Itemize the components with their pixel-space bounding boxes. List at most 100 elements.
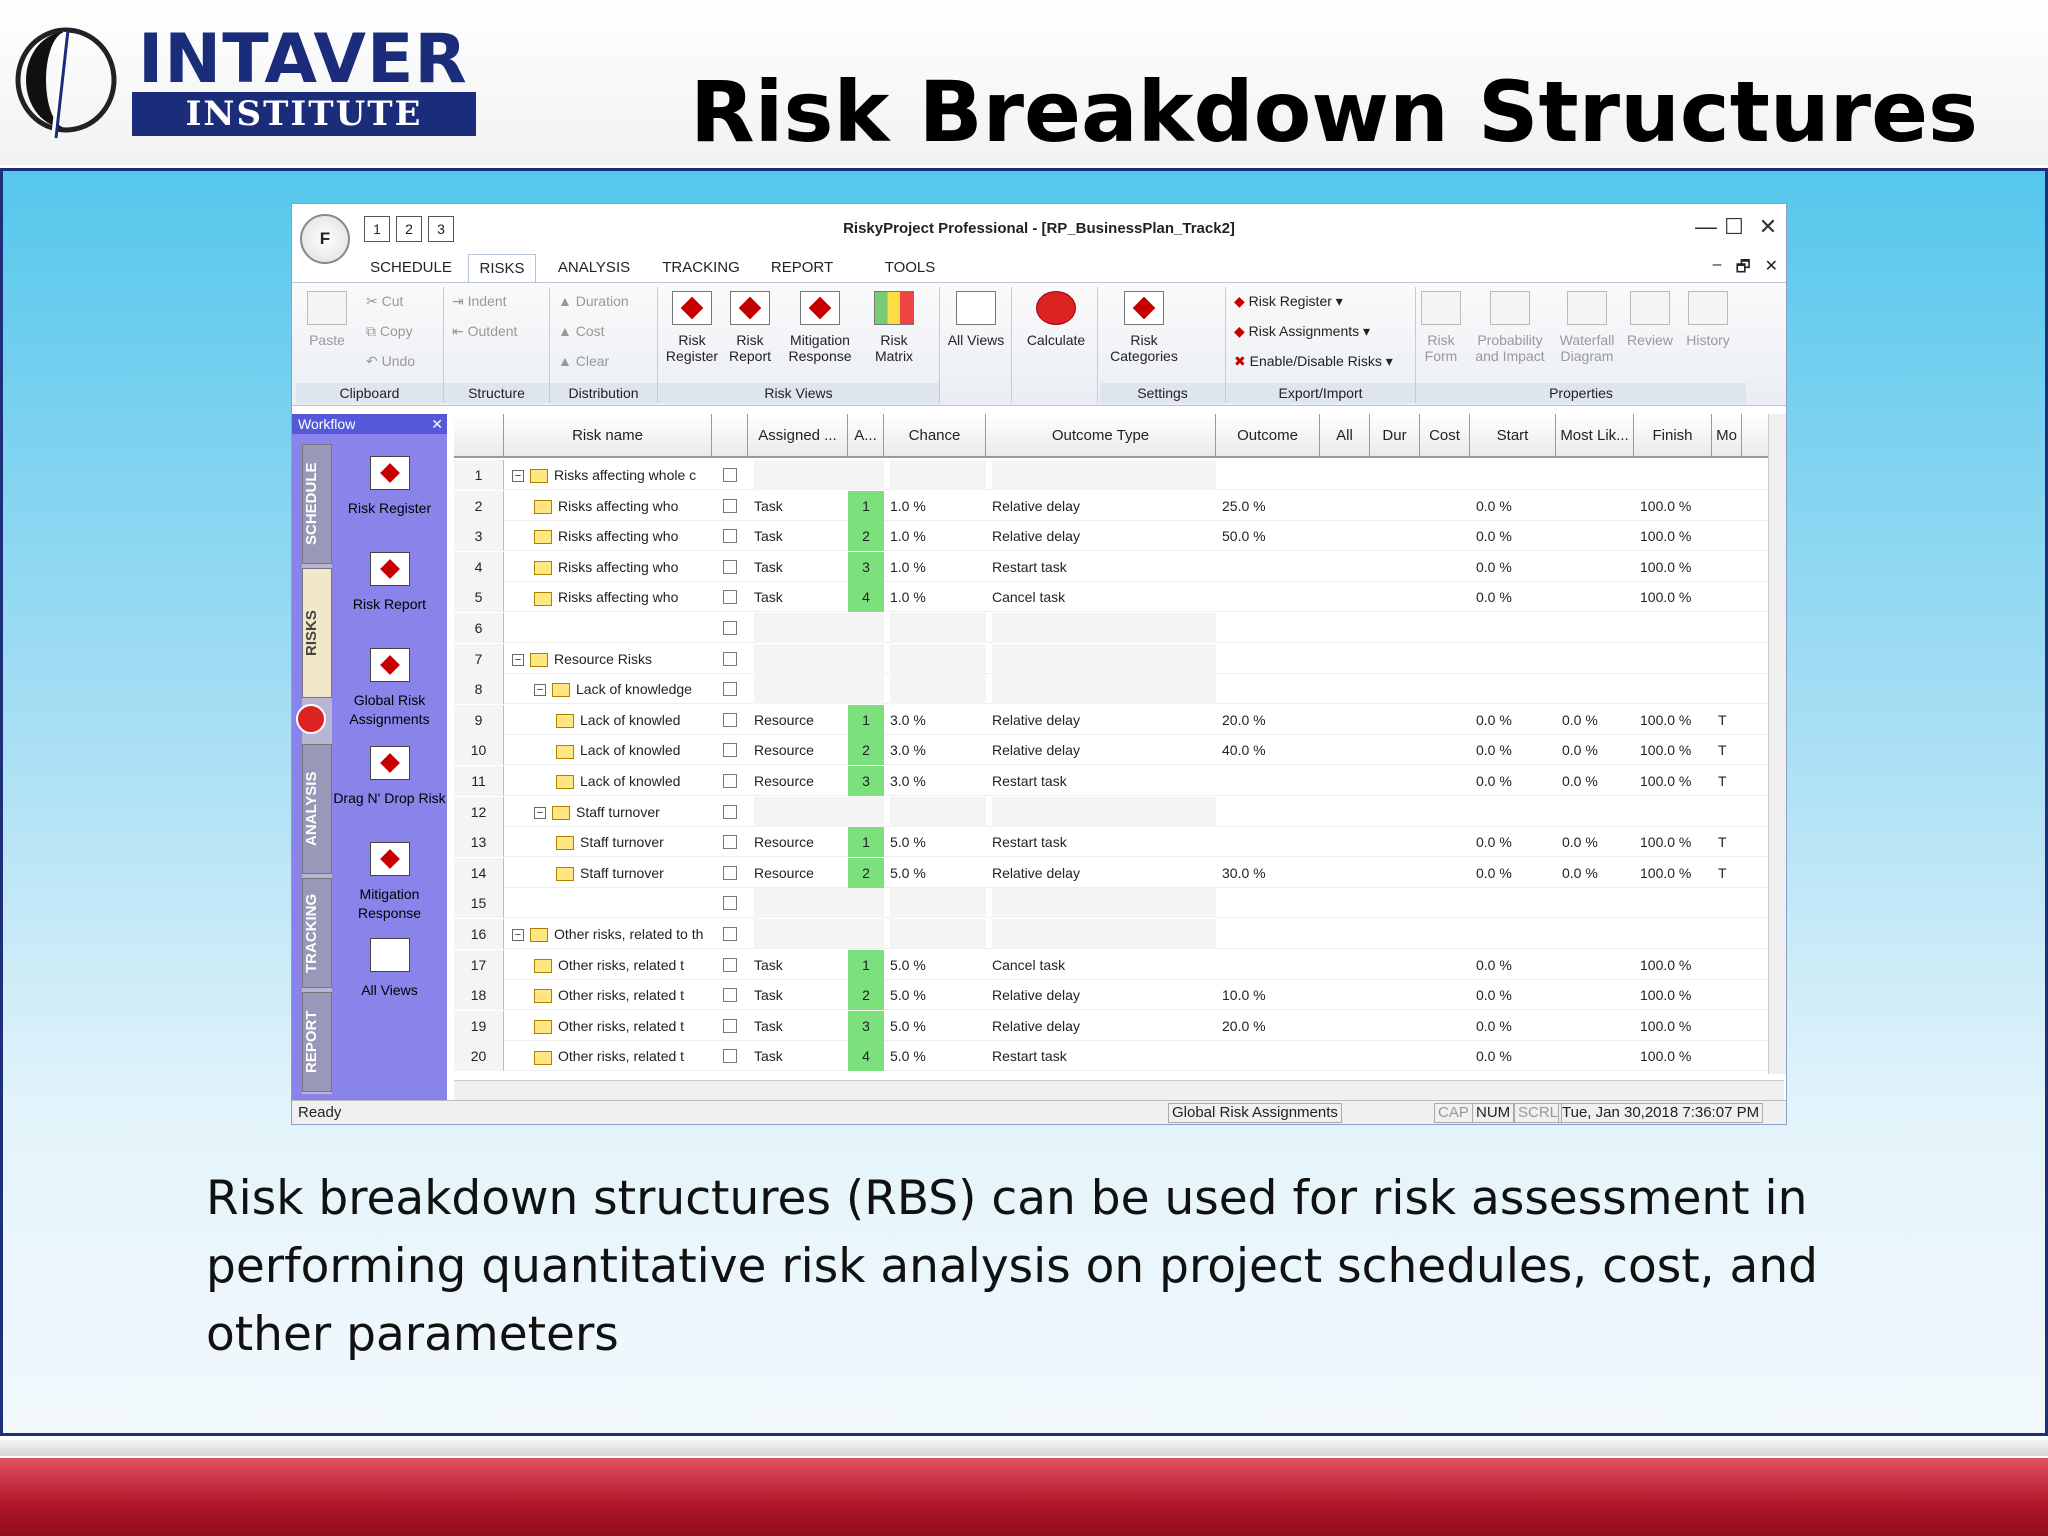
risk-categories-button[interactable]: Risk Categories	[1104, 291, 1184, 364]
most-cell[interactable]	[1562, 797, 1634, 827]
outcome-cell[interactable]	[1222, 827, 1320, 857]
mitigation-response-button[interactable]: Mitigation Response	[778, 291, 862, 364]
chance-cell[interactable]: 1.0 %	[890, 552, 986, 582]
row-number[interactable]: 6	[454, 613, 504, 643]
workflow-item-global-risk-assignments[interactable]: Global Risk Assignments	[332, 648, 447, 729]
start-cell[interactable]: 0.0 %	[1476, 1011, 1556, 1041]
column-header[interactable]: Outcome	[1216, 414, 1320, 458]
risk-name-cell[interactable]: Other risks, related t	[504, 950, 712, 980]
chance-cell[interactable]: 3.0 %	[890, 705, 986, 735]
start-cell[interactable]	[1476, 919, 1556, 949]
collapse-icon[interactable]: −	[512, 653, 524, 666]
start-cell[interactable]: 0.0 %	[1476, 827, 1556, 857]
finish-cell[interactable]: 100.0 %	[1640, 705, 1712, 735]
risk-name-cell[interactable]: Risks affecting who	[504, 552, 712, 582]
enable-risk-checkbox[interactable]	[723, 682, 737, 697]
start-cell[interactable]: 0.0 %	[1476, 980, 1556, 1010]
doc-close-button[interactable]: ✕	[1765, 256, 1778, 283]
finish-cell[interactable]: 100.0 %	[1640, 552, 1712, 582]
assigned-cell[interactable]	[754, 888, 848, 919]
row-number[interactable]: 20	[454, 1041, 504, 1072]
risk-report-button[interactable]: Risk Report	[722, 291, 778, 364]
tab-analysis[interactable]: ANALYSIS	[554, 254, 634, 282]
assigned-cell[interactable]: Task	[754, 950, 848, 980]
enable-risk-checkbox[interactable]	[723, 1018, 737, 1033]
doc-minimize-button[interactable]: –	[1713, 256, 1722, 283]
paste-button[interactable]: Paste	[302, 291, 352, 348]
mo-cell[interactable]: T	[1718, 766, 1742, 796]
otype-cell[interactable]: Cancel task	[992, 582, 1216, 612]
mo-cell[interactable]	[1718, 1041, 1742, 1071]
workflow-item-all-views[interactable]: All Views	[332, 938, 447, 1000]
most-cell[interactable]: 0.0 %	[1562, 827, 1634, 857]
chance-cell[interactable]	[890, 613, 986, 643]
table-row[interactable]: 3 Risks affecting who Task 2 1.0 % Relative d…	[454, 521, 1774, 552]
finish-cell[interactable]: 100.0 %	[1640, 1011, 1712, 1041]
assigned-cell[interactable]: Resource	[754, 705, 848, 735]
assigned-cell[interactable]: Task	[754, 552, 848, 582]
row-number[interactable]: 10	[454, 735, 504, 766]
doc-restore-button[interactable]: 🗗	[1736, 256, 1751, 283]
start-cell[interactable]	[1476, 613, 1556, 643]
chance-cell[interactable]	[890, 674, 986, 705]
a-cell[interactable]	[848, 919, 884, 949]
mo-cell[interactable]	[1718, 1011, 1742, 1041]
otype-cell[interactable]	[992, 674, 1216, 705]
otype-cell[interactable]	[992, 796, 1216, 827]
chance-cell[interactable]: 1.0 %	[890, 491, 986, 521]
row-number[interactable]: 17	[454, 949, 504, 980]
row-number[interactable]: 2	[454, 490, 504, 521]
enable-risk-checkbox[interactable]	[723, 743, 737, 758]
risk-name-cell[interactable]: Other risks, related t	[504, 1011, 712, 1041]
mo-cell[interactable]	[1718, 644, 1742, 674]
table-row[interactable]: 14 Staff turnover Resource 2 5.0 % Relative d…	[454, 857, 1774, 888]
enable-risk-checkbox[interactable]	[723, 498, 737, 513]
outcome-cell[interactable]	[1222, 1041, 1320, 1071]
enable-risk-checkbox[interactable]	[723, 927, 737, 941]
column-header[interactable]: Start	[1470, 414, 1556, 458]
assigned-cell[interactable]: Task	[754, 521, 848, 551]
risk-form-button[interactable]: Risk Form	[1416, 291, 1466, 364]
risk-matrix-button[interactable]: Risk Matrix	[864, 291, 924, 364]
risk-name-cell[interactable]: Staff turnover	[504, 858, 712, 888]
history-button[interactable]: History	[1678, 291, 1738, 348]
row-number[interactable]: 15	[454, 888, 504, 919]
chance-cell[interactable]: 3.0 %	[890, 735, 986, 765]
vertical-scrollbar[interactable]	[1768, 414, 1786, 1074]
row-number[interactable]: 13	[454, 827, 504, 858]
risk-name-cell[interactable]: Staff turnover	[504, 827, 712, 857]
start-cell[interactable]: 0.0 %	[1476, 1041, 1556, 1071]
assigned-cell[interactable]	[754, 460, 848, 490]
finish-cell[interactable]: 100.0 %	[1640, 858, 1712, 888]
outcome-cell[interactable]	[1222, 613, 1320, 643]
column-header[interactable]: Finish	[1634, 414, 1712, 458]
outcome-cell[interactable]	[1222, 460, 1320, 490]
chance-cell[interactable]: 5.0 %	[890, 1011, 986, 1041]
risk-name-cell[interactable]: − Lack of knowledge	[504, 674, 712, 704]
enable-risk-checkbox[interactable]	[723, 529, 737, 544]
otype-cell[interactable]: Relative delay	[992, 735, 1216, 765]
tab-tracking[interactable]: TRACKING	[658, 254, 744, 282]
finish-cell[interactable]: 100.0 %	[1640, 582, 1712, 612]
otype-cell[interactable]: Restart task	[992, 827, 1216, 857]
assigned-cell[interactable]	[754, 674, 848, 705]
enable-risk-checkbox[interactable]	[723, 468, 737, 482]
start-cell[interactable]: 0.0 %	[1476, 521, 1556, 551]
cut-button[interactable]: ✂ Cut	[366, 293, 403, 310]
chance-cell[interactable]	[890, 796, 986, 827]
assigned-cell[interactable]: Task	[754, 491, 848, 521]
start-cell[interactable]	[1476, 674, 1556, 704]
start-cell[interactable]: 0.0 %	[1476, 582, 1556, 612]
otype-cell[interactable]: Restart task	[992, 766, 1216, 796]
a-cell[interactable]: 4	[848, 582, 884, 613]
risk-name-cell[interactable]: Other risks, related t	[504, 980, 712, 1010]
risk-name-cell[interactable]: Risks affecting who	[504, 491, 712, 521]
risk-name-cell[interactable]: − Resource Risks	[504, 644, 712, 674]
chance-cell[interactable]	[890, 888, 986, 919]
table-row[interactable]: 20 Other risks, related t Task 4 5.0 % Restar…	[454, 1041, 1774, 1072]
row-number[interactable]: 14	[454, 857, 504, 888]
a-cell[interactable]: 3	[848, 766, 884, 796]
column-header[interactable]: Mo	[1712, 414, 1742, 458]
column-header[interactable]: A...	[848, 414, 884, 458]
risk-name-cell[interactable]: Lack of knowled	[504, 735, 712, 765]
